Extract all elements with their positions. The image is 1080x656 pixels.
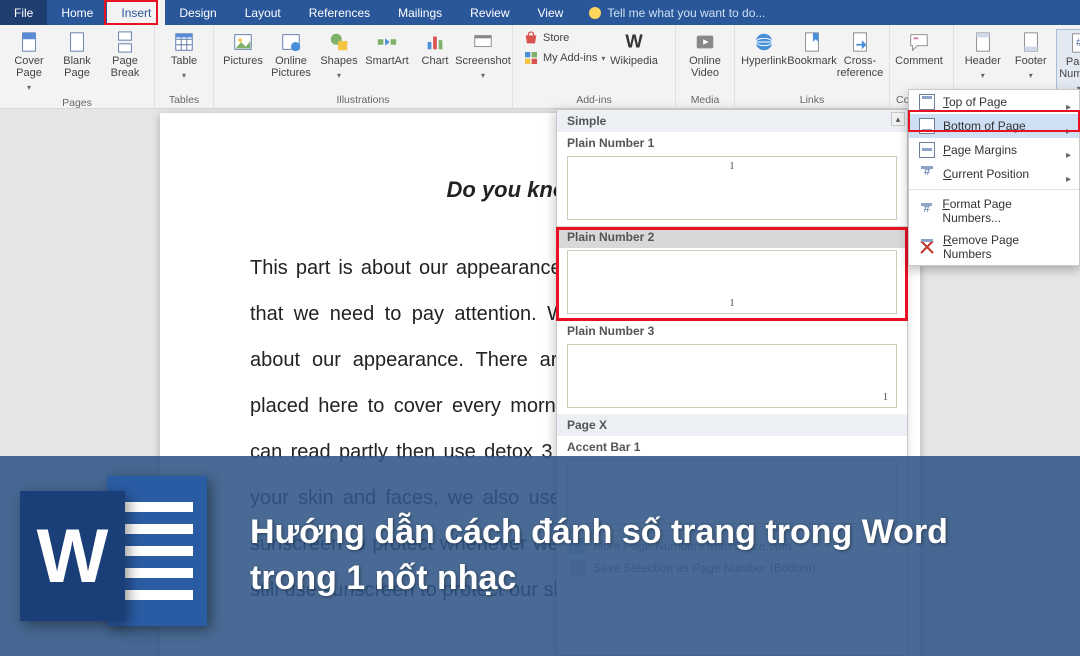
pictures-icon: [232, 31, 254, 53]
store-button[interactable]: Store: [519, 29, 573, 47]
chart-icon: [424, 31, 446, 53]
screenshot-button[interactable]: Screenshot: [460, 29, 506, 83]
tab-references[interactable]: References: [295, 0, 384, 25]
group-label-links: Links: [741, 92, 883, 106]
svg-text:#: #: [1076, 37, 1080, 49]
page-top-icon: [919, 94, 935, 110]
comment-button[interactable]: Comment: [896, 29, 942, 69]
online-pictures-button[interactable]: Online Pictures: [268, 29, 314, 81]
group-pages: Cover Page Blank Page Page Break Pages: [0, 25, 155, 108]
header-button[interactable]: Header: [960, 29, 1006, 83]
footer-icon: [1020, 31, 1042, 53]
chart-button[interactable]: Chart: [412, 29, 458, 69]
screenshot-icon: [472, 31, 494, 53]
table-icon: [173, 31, 195, 53]
page-number-format[interactable]: Format Page Numbers...: [909, 193, 1079, 229]
bookmark-button[interactable]: Bookmark: [789, 29, 835, 69]
tab-mailings[interactable]: Mailings: [384, 0, 456, 25]
tab-insert[interactable]: Insert: [107, 0, 165, 25]
group-label-pages: Pages: [6, 95, 148, 109]
cross-ref-icon: [849, 31, 871, 53]
blank-page-icon: [66, 31, 88, 53]
smartart-icon: [376, 31, 398, 53]
header-icon: [972, 31, 994, 53]
current-position-icon: [919, 166, 935, 182]
word-logo-letter: W: [20, 491, 125, 621]
cross-reference-button[interactable]: Cross-reference: [837, 29, 883, 81]
group-label-tables: Tables: [161, 92, 207, 106]
page-break-icon: [114, 31, 136, 53]
page-number-bottom[interactable]: Bottom of Page: [909, 114, 1079, 138]
page-number-menu: Top of Page Bottom of Page Page Margins …: [908, 89, 1080, 266]
group-tables: Table Tables: [155, 25, 214, 108]
page-number-current[interactable]: Current Position: [909, 162, 1079, 186]
tab-home[interactable]: Home: [47, 0, 107, 25]
svg-text:W: W: [625, 31, 643, 52]
gallery-option-plain3[interactable]: 1: [567, 344, 897, 408]
footer-button[interactable]: Footer: [1008, 29, 1054, 83]
page-number-button[interactable]: #Page Number: [1056, 29, 1080, 97]
page-bottom-icon: [919, 118, 935, 134]
tab-review[interactable]: Review: [456, 0, 523, 25]
tutorial-banner: W Hướng dẫn cách đánh số trang trong Wor…: [0, 456, 1080, 656]
addins-icon: [523, 50, 539, 66]
banner-text: Hướng dẫn cách đánh số trang trong Word …: [220, 510, 1080, 602]
smartart-button[interactable]: SmartArt: [364, 29, 410, 69]
pictures-button[interactable]: Pictures: [220, 29, 266, 69]
my-addins-button[interactable]: My Add-ins: [519, 49, 609, 67]
group-label-media: Media: [682, 92, 728, 106]
group-label-illustrations: Illustrations: [220, 92, 506, 106]
gallery-option-accent1-title: Accent Bar 1: [557, 436, 907, 458]
gallery-option-plain3-title: Plain Number 3: [557, 320, 907, 342]
cover-page-icon: [18, 31, 40, 53]
gallery-section-pagex: Page X: [557, 414, 907, 436]
format-numbers-icon: [919, 203, 934, 219]
gallery-option-plain1[interactable]: 1: [567, 156, 897, 220]
gallery-scroll-up[interactable]: ▴: [891, 112, 905, 126]
online-pictures-icon: [280, 31, 302, 53]
shapes-icon: [328, 31, 350, 53]
shapes-button[interactable]: Shapes: [316, 29, 362, 83]
gallery-option-plain1-title: Plain Number 1: [557, 132, 907, 154]
table-button[interactable]: Table: [161, 29, 207, 83]
online-video-button[interactable]: Online Video: [682, 29, 728, 81]
word-logo: W: [20, 476, 220, 636]
gallery-option-plain2[interactable]: 1: [567, 250, 897, 314]
page-number-margins[interactable]: Page Margins: [909, 138, 1079, 162]
group-media: Online Video Media: [676, 25, 735, 108]
gallery-section-simple: Simple: [557, 110, 907, 132]
tell-me[interactable]: Tell me what you want to do...: [577, 6, 765, 20]
page-number-icon: #: [1068, 32, 1080, 54]
tab-design[interactable]: Design: [165, 0, 230, 25]
video-icon: [694, 31, 716, 53]
tell-me-placeholder: Tell me what you want to do...: [607, 6, 765, 20]
hyperlink-icon: [753, 31, 775, 53]
wikipedia-button[interactable]: WWikipedia: [611, 29, 657, 69]
remove-numbers-icon: [919, 239, 935, 255]
group-label-addins: Add-ins: [519, 92, 669, 106]
blank-page-button[interactable]: Blank Page: [54, 29, 100, 81]
tab-layout[interactable]: Layout: [231, 0, 295, 25]
group-illustrations: Pictures Online Pictures Shapes SmartArt…: [214, 25, 513, 108]
bookmark-icon: [801, 31, 823, 53]
group-addins: Store My Add-ins WWikipedia Add-ins: [513, 25, 676, 108]
cover-page-button[interactable]: Cover Page: [6, 29, 52, 95]
comment-icon: [908, 31, 930, 53]
page-number-remove[interactable]: Remove Page Numbers: [909, 229, 1079, 265]
tab-file[interactable]: File: [0, 0, 47, 25]
page-number-top[interactable]: Top of Page: [909, 90, 1079, 114]
gallery-option-plain2-title: Plain Number 2: [557, 226, 907, 248]
bulb-icon: [589, 7, 601, 19]
menu-bar: File Home Insert Design Layout Reference…: [0, 0, 1080, 25]
group-links: Hyperlink Bookmark Cross-reference Links: [735, 25, 890, 108]
hyperlink-button[interactable]: Hyperlink: [741, 29, 787, 69]
page-break-button[interactable]: Page Break: [102, 29, 148, 81]
wikipedia-icon: W: [623, 31, 645, 53]
page-margins-icon: [919, 142, 935, 158]
tab-view[interactable]: View: [524, 0, 578, 25]
store-icon: [523, 30, 539, 46]
